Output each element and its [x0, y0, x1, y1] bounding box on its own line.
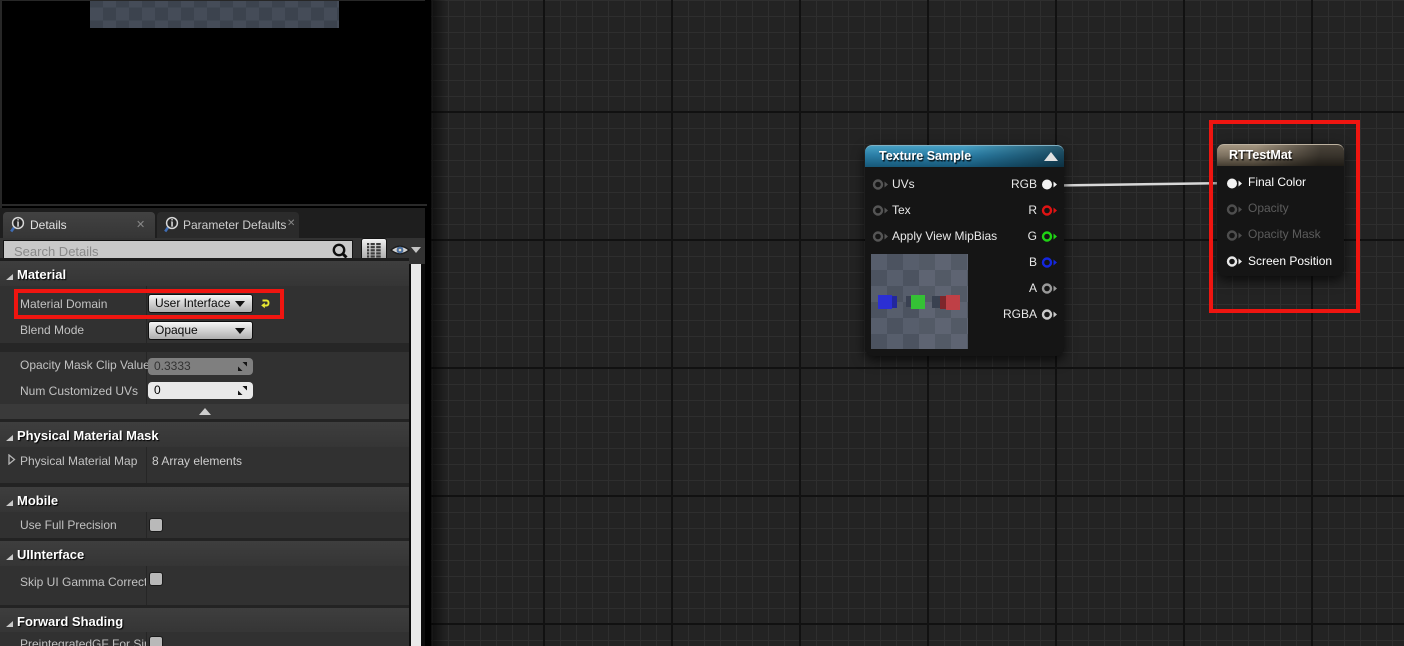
svg-text:i: i	[17, 219, 20, 230]
svg-text:i: i	[171, 219, 174, 230]
